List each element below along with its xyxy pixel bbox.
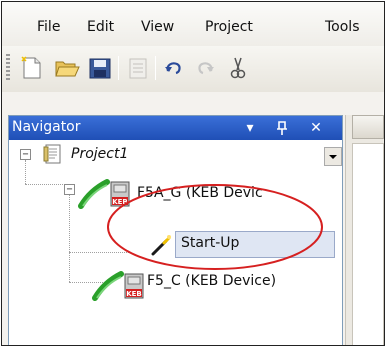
application-window: File Edit View Project Tools Navigator ▾… — [1, 1, 385, 346]
toolbar-separator — [118, 56, 119, 80]
document-tab[interactable] — [352, 115, 384, 139]
new-document-icon[interactable] — [20, 55, 44, 81]
redo-icon — [193, 55, 217, 81]
cut-icon[interactable] — [226, 55, 250, 81]
project-tree: − Project1 − KEB F5A_G (KEB Devic Start-… — [9, 140, 342, 345]
document-area — [345, 115, 384, 345]
tree-line — [25, 160, 26, 184]
navigator-header: Navigator ▾ ✕ — [9, 116, 342, 140]
toolbar — [2, 46, 384, 92]
project-collapse-toggle[interactable]: − — [20, 149, 31, 160]
open-folder-icon[interactable] — [54, 55, 80, 81]
tree-node-startup[interactable]: Start-Up — [181, 235, 239, 251]
svg-text:KEB: KEB — [126, 290, 142, 298]
pin-icon[interactable] — [273, 118, 291, 138]
menu-tools[interactable]: Tools — [325, 19, 360, 35]
tree-line — [69, 252, 129, 253]
svg-text:KEB: KEB — [112, 198, 128, 206]
panel-menu-icon[interactable]: ▾ — [241, 118, 259, 138]
close-icon[interactable]: ✕ — [307, 118, 325, 138]
menu-project[interactable]: Project — [205, 19, 253, 35]
menu-file[interactable]: File — [37, 19, 60, 35]
toolbar-grip[interactable] — [6, 54, 10, 82]
tree-node-device-1[interactable]: F5A_G (KEB Devic — [137, 185, 263, 201]
document-pane — [352, 143, 384, 345]
device-connection-icon: KEB — [91, 268, 145, 302]
undo-icon[interactable] — [162, 55, 186, 81]
tree-node-project[interactable]: Project1 — [71, 146, 128, 162]
disabled-icon — [126, 55, 150, 81]
tree-dropdown-button[interactable] — [324, 147, 342, 166]
toolbar-separator — [155, 56, 156, 80]
menu-bar: File Edit View Project Tools — [2, 2, 384, 46]
project-icon — [41, 143, 65, 167]
menu-edit[interactable]: Edit — [87, 19, 114, 35]
navigator-panel: Navigator ▾ ✕ − Project1 − KEB F5A_G (KE… — [8, 115, 343, 345]
tree-line — [69, 190, 70, 282]
save-icon[interactable] — [88, 55, 112, 81]
menu-view[interactable]: View — [141, 19, 174, 35]
tree-line — [25, 184, 69, 185]
wand-icon — [149, 233, 173, 257]
device-collapse-toggle[interactable]: − — [64, 184, 75, 195]
tree-node-device-2[interactable]: F5_C (KEB Device) — [147, 273, 276, 289]
navigator-title: Navigator — [12, 119, 81, 135]
device-connection-icon: KEB — [77, 176, 131, 210]
